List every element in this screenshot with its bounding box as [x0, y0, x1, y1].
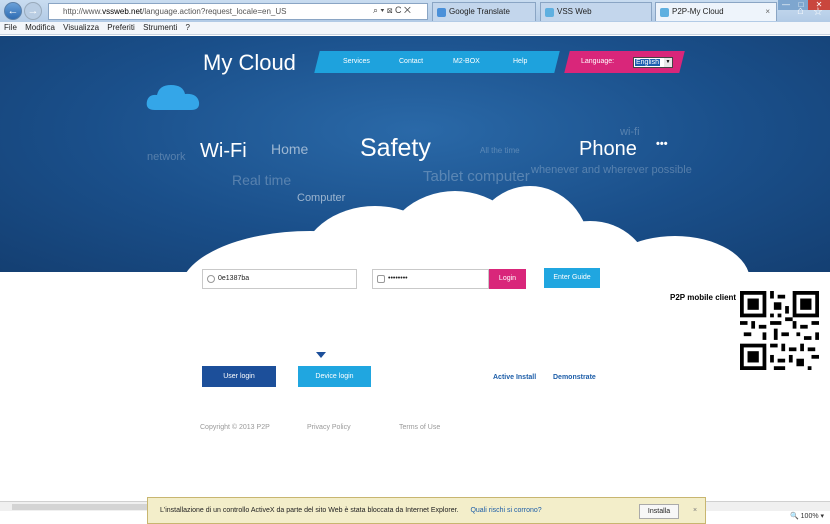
word-wifi: Wi-Fi	[200, 140, 247, 162]
nav-m2-box[interactable]: M2-BOX	[453, 58, 480, 65]
menu-bar: File Modifica Visualizza Preferiti Strum…	[0, 22, 830, 35]
nav-help[interactable]: Help	[513, 58, 527, 65]
word-wifi-small: wi-fi	[620, 126, 640, 138]
url-prefix: http://www.	[63, 7, 103, 16]
user-login-button[interactable]: User login	[202, 366, 276, 387]
word-real-time: Real time	[232, 172, 292, 188]
menu-strumenti[interactable]: Strumenti	[143, 23, 177, 32]
device-login-button[interactable]: Device login	[298, 366, 371, 387]
close-tab-icon[interactable]: ×	[765, 3, 770, 21]
nav-contact[interactable]: Contact	[399, 58, 423, 65]
lock-icon	[377, 275, 385, 283]
word-computer: Computer	[297, 192, 346, 204]
privacy-policy-link[interactable]: Privacy Policy	[307, 424, 351, 431]
brand-title: My Cloud	[203, 50, 296, 75]
url-domain: vssweb.net	[102, 7, 143, 16]
nav-services[interactable]: Services	[343, 58, 370, 65]
menu-help[interactable]: ?	[186, 23, 190, 32]
copyright-text: Copyright © 2013 P2P	[200, 424, 270, 431]
active-install-link[interactable]: Active Install	[493, 374, 536, 381]
p2p-mobile-client-label: P2P mobile client	[670, 293, 737, 302]
tab-label: VSS Web	[557, 7, 592, 16]
username-field[interactable]: 0e1387ba	[202, 269, 357, 289]
terms-of-use-link[interactable]: Terms of Use	[399, 424, 440, 431]
address-bar[interactable]: http://www.vssweb.net/language.action?re…	[48, 3, 428, 20]
forward-button-icon[interactable]: →	[24, 2, 42, 20]
tab-label: Google Translate	[449, 7, 510, 16]
word-tablet-computer: Tablet computer	[423, 168, 530, 185]
my-cloud-logo-icon	[146, 85, 200, 110]
close-notification-icon[interactable]: ×	[693, 498, 697, 523]
word-phone: Phone	[579, 138, 637, 160]
word-network: network	[147, 151, 186, 163]
user-icon	[207, 275, 215, 283]
active-tab-pointer-icon	[316, 352, 326, 358]
tab-label: P2P-My Cloud	[672, 7, 724, 16]
home-icon[interactable]: ⌂	[797, 5, 804, 17]
qr-code-icon	[740, 291, 819, 370]
address-controls[interactable]: ⌕ ▾ ⊠ C ✕	[373, 3, 411, 18]
word-dots: •••	[656, 138, 668, 150]
password-field[interactable]: ••••••••	[372, 269, 489, 289]
demonstrate-link[interactable]: Demonstrate	[553, 374, 596, 381]
language-label: Language:	[581, 58, 615, 65]
risk-link[interactable]: Quali rischi si corrono?	[470, 507, 541, 514]
notification-message: L'installazione di un controllo ActiveX …	[160, 507, 459, 514]
tab-vss-web[interactable]: VSS Web	[540, 2, 652, 21]
p2p-icon	[660, 8, 669, 17]
menu-preferiti[interactable]: Preferiti	[107, 23, 135, 32]
language-select[interactable]: English ▼	[633, 57, 673, 68]
tab-google-translate[interactable]: Google Translate	[432, 2, 536, 21]
activex-notification-bar: L'installazione di un controllo ActiveX …	[147, 497, 706, 524]
back-button-icon[interactable]: ←	[4, 2, 22, 20]
tab-p2p-my-cloud[interactable]: P2P-My Cloud ×	[655, 2, 777, 21]
menu-visualizza[interactable]: Visualizza	[63, 23, 99, 32]
url-path: /language.action?request_locale=en_US	[142, 7, 287, 16]
minimize-icon[interactable]: —	[778, 0, 794, 10]
word-whenever: whenever and wherever possible	[531, 164, 692, 176]
install-button[interactable]: Installa	[639, 504, 679, 519]
menu-file[interactable]: File	[4, 23, 17, 32]
browser-titlebar: ← → http://www.vssweb.net/language.actio…	[0, 0, 830, 22]
login-button[interactable]: Login	[489, 269, 526, 289]
word-all-the-time: All the time	[480, 146, 520, 155]
enter-guide-button[interactable]: Enter Guide	[544, 268, 600, 288]
menu-modifica[interactable]: Modifica	[25, 23, 55, 32]
word-safety: Safety	[360, 134, 431, 162]
word-home: Home	[271, 141, 309, 157]
favorites-star-icon[interactable]: ☆	[813, 5, 823, 18]
language-value: English	[635, 59, 660, 66]
scrollbar-thumb[interactable]	[12, 504, 162, 510]
chevron-down-icon: ▼	[664, 58, 672, 67]
password-value: ••••••••	[388, 275, 408, 282]
google-translate-icon	[437, 8, 446, 17]
vss-web-icon	[545, 8, 554, 17]
zoom-level[interactable]: 🔍 100% ▾	[790, 512, 824, 520]
top-nav: Services Contact M2-BOX Help	[317, 51, 557, 73]
username-value: 0e1387ba	[218, 275, 250, 282]
